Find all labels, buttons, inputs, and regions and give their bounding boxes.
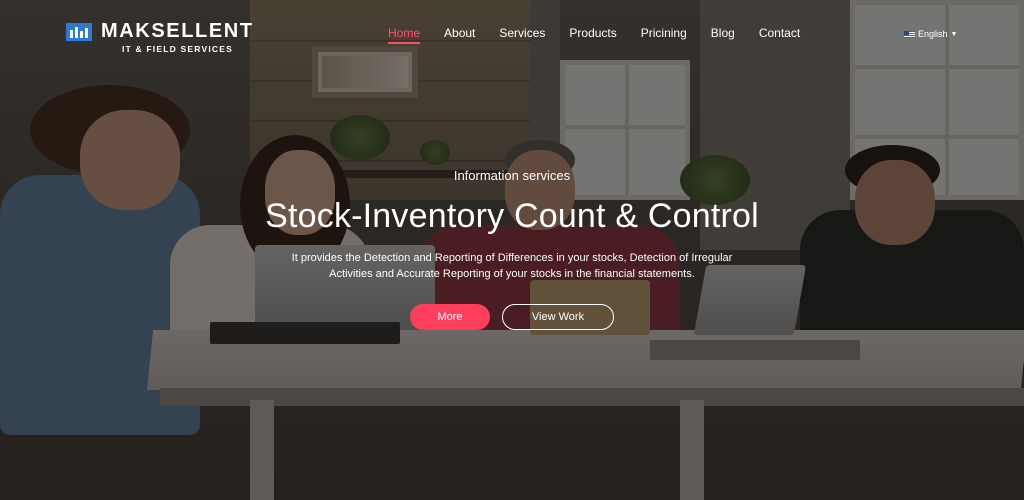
nav-home[interactable]: Home xyxy=(388,26,421,44)
hero-actions: More View Work xyxy=(0,304,1024,330)
more-button[interactable]: More xyxy=(410,304,490,330)
hero-content: Information services Stock-Inventory Cou… xyxy=(0,168,1024,330)
nav-about[interactable]: About xyxy=(444,26,475,44)
logo-mark-icon xyxy=(66,22,92,41)
hero-description-line-2: Activities and Accurate Reporting of you… xyxy=(329,268,695,280)
brand-name: MAKSELLENT xyxy=(101,20,254,42)
brand-tagline: IT & FIELD SERVICES xyxy=(122,44,233,54)
language-selector[interactable]: English ▼ xyxy=(904,29,957,39)
main-menu: Home About Services Products Pricining B… xyxy=(388,26,824,44)
hero-eyebrow: Information services xyxy=(453,168,571,183)
caret-down-icon: ▼ xyxy=(950,30,958,38)
language-label: English xyxy=(918,29,948,39)
nav-blog[interactable]: Blog xyxy=(711,26,735,44)
navbar: MAKSELLENT IT & FIELD SERVICES Home Abou… xyxy=(0,0,1024,68)
nav-contact[interactable]: Contact xyxy=(759,26,800,44)
hero-description-line-1: It provides the Detection and Reporting … xyxy=(291,252,733,264)
brand-logo[interactable]: MAKSELLENT IT & FIELD SERVICES xyxy=(66,20,254,54)
nav-products[interactable]: Products xyxy=(569,26,616,44)
hero-section: MAKSELLENT IT & FIELD SERVICES Home Abou… xyxy=(0,0,1024,500)
nav-services[interactable]: Services xyxy=(499,26,545,44)
hero-title: Stock-Inventory Count & Control xyxy=(265,197,759,235)
us-flag-icon xyxy=(904,30,915,38)
hero-description: It provides the Detection and Reporting … xyxy=(242,250,782,282)
view-work-button[interactable]: View Work xyxy=(502,304,614,330)
nav-pricing[interactable]: Pricining xyxy=(641,26,687,44)
